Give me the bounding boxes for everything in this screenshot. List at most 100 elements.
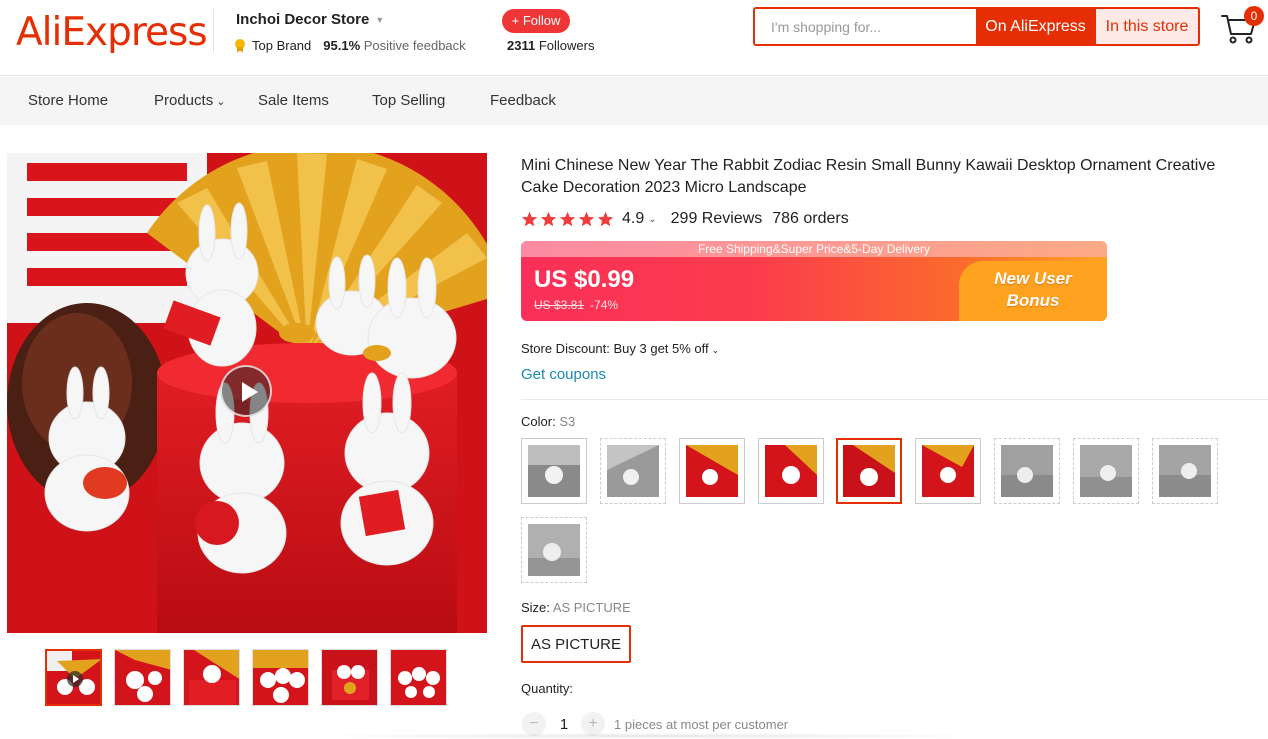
swatch-photo (1159, 445, 1211, 497)
thumbnail-image (115, 650, 170, 705)
top-brand-label: Top Brand (252, 38, 312, 53)
cart-button[interactable]: 0 (1220, 6, 1264, 46)
bonus-line-2: Bonus (1006, 291, 1060, 310)
rating-row: 4.9 ⌄ 299 Reviews 786 orders (521, 210, 849, 228)
new-user-bonus-text: New User Bonus (959, 268, 1107, 312)
color-swatch-3[interactable] (679, 438, 745, 504)
color-label: Color: S3 (521, 414, 575, 429)
swatch-image (922, 445, 974, 497)
star-icon (597, 211, 614, 226)
thumbnail-image-2[interactable] (114, 649, 171, 706)
chevron-down-icon: ⌄ (216, 96, 226, 108)
site-header: AliExpress Inchoi Decor Store ▼ Top Bran… (0, 0, 1268, 76)
swatch-photo (686, 445, 738, 497)
thumbnail-image (391, 650, 446, 705)
discount-percent: -74% (590, 298, 619, 312)
swatch-photo (1001, 445, 1053, 497)
swatch-image (686, 445, 738, 497)
swatch-photo (843, 445, 895, 497)
color-swatch-2[interactable] (600, 438, 666, 504)
nav-top-selling[interactable]: Top Selling (372, 92, 445, 109)
swatch-image (528, 445, 580, 497)
color-label-text: Color: (521, 414, 556, 429)
color-swatch-8[interactable] (1073, 438, 1139, 504)
size-option-as-picture[interactable]: AS PICTURE (521, 625, 631, 663)
price-banner: Free Shipping&Super Price&5-Day Delivery… (521, 241, 1107, 321)
quantity-limit-note: 1 pieces at most per customer (614, 717, 789, 732)
swatch-photo (528, 524, 580, 576)
chevron-down-icon[interactable]: ⌄ (648, 214, 656, 225)
color-swatch-7[interactable] (994, 438, 1060, 504)
store-name[interactable]: Inchoi Decor Store ▼ (236, 11, 384, 28)
nav-products-label: Products (154, 92, 214, 109)
reviews-link[interactable]: 299 Reviews (671, 210, 763, 228)
search-input[interactable] (755, 9, 976, 44)
store-name-text: Inchoi Decor Store (236, 11, 370, 28)
swatch-image (1159, 445, 1211, 497)
header-divider (213, 9, 214, 53)
star-icon (578, 211, 595, 226)
followers-number: 2311 (507, 38, 536, 53)
thumbnail-image-5[interactable] (321, 649, 378, 706)
color-swatch-10[interactable] (521, 517, 587, 583)
swatch-image (1001, 445, 1053, 497)
nav-store-home[interactable]: Store Home (28, 92, 108, 109)
get-coupons-link[interactable]: Get coupons (521, 366, 606, 383)
medal-icon (234, 38, 246, 53)
current-price: US $0.99 (534, 266, 635, 293)
swatch-photo (765, 445, 817, 497)
thumbnail-image-3[interactable] (183, 649, 240, 706)
chevron-down-icon: ⌄ (711, 345, 720, 355)
aliexpress-logo[interactable]: AliExpress (16, 10, 208, 55)
thumbnail-image (253, 650, 308, 705)
color-swatch-5-selected[interactable] (836, 438, 902, 504)
swatch-image (607, 445, 659, 497)
swatch-photo (528, 445, 580, 497)
quantity-label: Quantity: (521, 681, 574, 696)
color-swatch-6[interactable] (915, 438, 981, 504)
star-icon (540, 211, 557, 226)
search-bar: On AliExpress In this store (753, 7, 1200, 46)
divider (521, 399, 1268, 400)
follow-button[interactable]: + Follow (502, 9, 570, 33)
floating-bar-shadow (300, 733, 1000, 739)
positive-feedback-pct: 95.1% (323, 38, 361, 53)
play-video-button[interactable] (220, 365, 272, 417)
store-discount[interactable]: Store Discount: Buy 3 get 5% off ⌄ (521, 341, 719, 356)
size-label-text: Size: (521, 600, 550, 615)
search-aliexpress-button[interactable]: On AliExpress (976, 9, 1095, 44)
product-title: Mini Chinese New Year The Rabbit Zodiac … (521, 157, 1216, 196)
color-swatch-9[interactable] (1152, 438, 1218, 504)
thumbnail-image (184, 650, 239, 705)
thumbnail-image-6[interactable] (390, 649, 447, 706)
size-selected-value: AS PICTURE (552, 600, 631, 615)
thumbnail-video[interactable] (45, 649, 102, 706)
store-nav: Store Home Products ⌄ Sale Items Top Sell… (0, 77, 1268, 125)
swatch-image (1080, 445, 1132, 497)
store-discount-text: Store Discount: Buy 3 get 5% off (521, 341, 709, 356)
thumbnail-strip (45, 649, 447, 706)
search-store-button[interactable]: In this store (1095, 9, 1198, 44)
bonus-line-1: New User (994, 269, 1072, 288)
shipping-strip: Free Shipping&Super Price&5-Day Delivery (521, 241, 1107, 257)
nav-sale-items[interactable]: Sale Items (258, 92, 329, 109)
swatch-image (528, 524, 580, 576)
followers-label: Followers (538, 38, 595, 53)
color-swatch-1[interactable] (521, 438, 587, 504)
store-meta: Top Brand 95.1% Positive feedback (234, 38, 466, 53)
quantity-value[interactable]: 1 (556, 716, 572, 733)
swatch-photo (1080, 445, 1132, 497)
product-main-image[interactable] (7, 153, 487, 633)
cart-count-badge: 0 (1244, 6, 1264, 26)
nav-products[interactable]: Products ⌄ (154, 92, 225, 109)
size-label: Size: AS PICTURE (521, 600, 631, 615)
thumbnail-image (322, 650, 377, 705)
new-user-bonus[interactable]: New User Bonus (959, 261, 1107, 321)
thumbnail-image-4[interactable] (252, 649, 309, 706)
swatch-photo (607, 445, 659, 497)
rating-value[interactable]: 4.9 (622, 210, 644, 228)
star-icon (521, 211, 538, 226)
star-rating (521, 211, 614, 228)
color-swatch-4[interactable] (758, 438, 824, 504)
nav-feedback[interactable]: Feedback (490, 92, 556, 109)
